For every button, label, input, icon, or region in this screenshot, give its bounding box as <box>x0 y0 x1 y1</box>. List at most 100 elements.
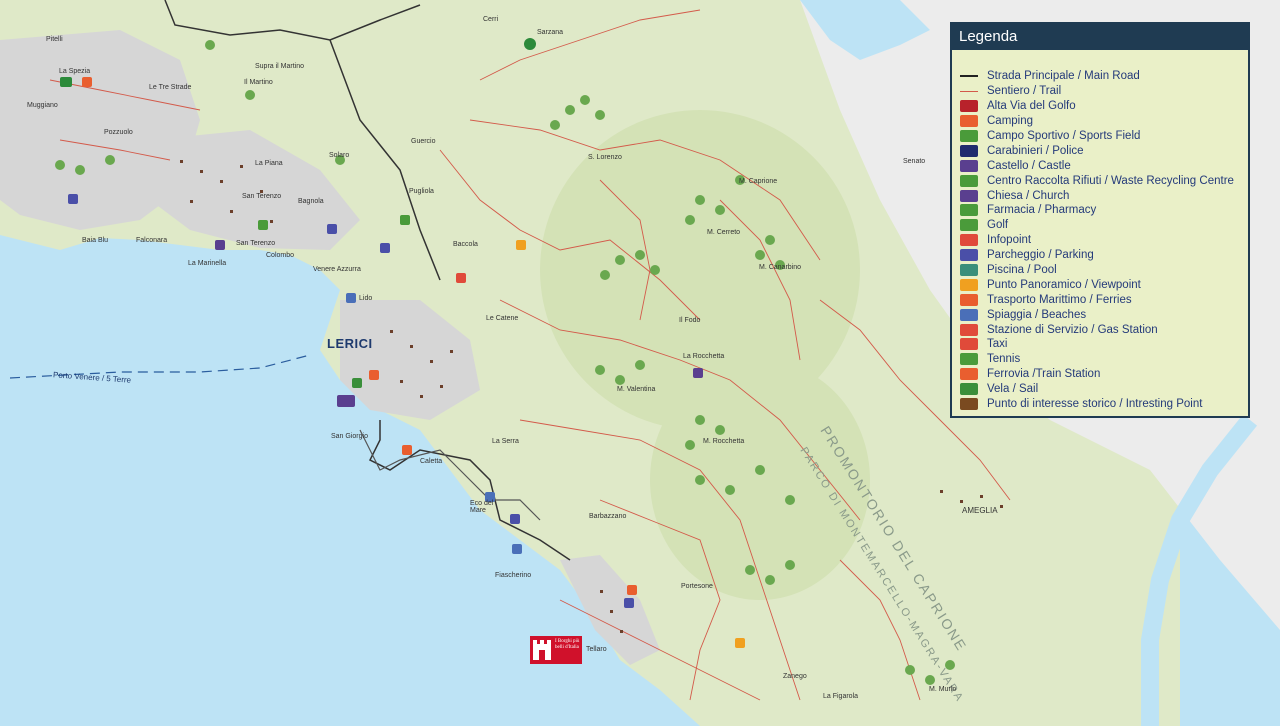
parking-icon <box>960 249 978 262</box>
parking-icon[interactable] <box>327 224 337 234</box>
place-m-murlo: M. Murlo <box>929 686 957 693</box>
legend-item: Parcheggio / Parking <box>960 248 1250 263</box>
place-lido: Lido <box>359 295 373 302</box>
legend-item: Farmacia / Pharmacy <box>960 203 1250 218</box>
place-m-canarbino: M. Canarbino <box>759 264 802 271</box>
legend-list: Strada Principale / Main Road Sentiero / … <box>960 69 1250 411</box>
legend-item: Stazione di Servizio / Gas Station <box>960 322 1250 337</box>
ferry-icon <box>960 293 978 306</box>
legend-item: Strada Principale / Main Road <box>960 69 1250 84</box>
beach-icon[interactable] <box>346 293 356 303</box>
legend-label: Stazione di Servizio / Gas Station <box>987 323 1158 336</box>
place-le-catene: Le Catene <box>486 315 519 322</box>
place-la-piana: La Piana <box>255 160 283 167</box>
legend-label: Carabinieri / Police <box>987 144 1084 157</box>
legend-title: Legenda <box>952 24 1248 50</box>
legend-label: Vela / Sail <box>987 383 1039 396</box>
place-eco-del-mare: Eco del Mare <box>470 500 494 514</box>
place-la-marinella: La Marinella <box>188 260 227 267</box>
beach-icon[interactable] <box>512 544 522 554</box>
ferry-icon[interactable] <box>369 370 379 380</box>
castle-icon[interactable] <box>337 395 355 407</box>
camping-icon[interactable] <box>402 445 412 455</box>
legend-item: Campo Sportivo / Sports Field <box>960 129 1250 144</box>
legend-label: Tennis <box>987 353 1021 366</box>
legend-label: Castello / Castle <box>987 159 1071 172</box>
viewpoint-icon <box>960 278 978 291</box>
legend-item: Taxi <box>960 337 1250 352</box>
legend-label: Punto di interesse storico / Intresting … <box>987 398 1203 411</box>
legend-label: Ferrovia /Train Station <box>987 368 1101 381</box>
parking-icon[interactable] <box>624 598 634 608</box>
parking-icon[interactable] <box>380 243 390 253</box>
legend-label: Infopoint <box>987 234 1032 247</box>
alta-via-icon <box>960 100 978 113</box>
viewpoint-icon[interactable] <box>516 240 526 250</box>
borgo-castle-icon <box>533 640 551 660</box>
place-zanego: Zanego <box>783 673 807 680</box>
place-baia-blu: Baia Blu <box>82 237 109 244</box>
place-caletta: Caletta <box>420 458 443 465</box>
legend-label: Campo Sportivo / Sports Field <box>987 130 1141 142</box>
gas-station-icon <box>960 323 978 336</box>
viewpoint-icon[interactable] <box>735 638 745 648</box>
legend-label: Golf <box>987 219 1009 232</box>
church-icon <box>960 189 978 202</box>
place-pugliola: Pugliola <box>409 188 434 195</box>
parking-icon[interactable] <box>510 514 520 524</box>
place-san-terenzo-beach: San Terenzo <box>236 240 276 247</box>
place-bagnola: Bagnola <box>298 198 324 205</box>
castle-icon <box>960 159 978 172</box>
golf-icon <box>960 219 978 232</box>
place-san-giorgio: San Giorgio <box>331 433 368 440</box>
borghi-piu-belli-badge: I Borghi più belli d'Italia <box>530 636 582 664</box>
place-tellaro: Tellaro <box>586 646 607 653</box>
place-baccola: Baccola <box>453 241 478 248</box>
place-colombo: Colombo <box>266 252 295 259</box>
infopoint-icon <box>960 234 978 247</box>
legend-label: Camping <box>987 115 1034 128</box>
train-station-icon[interactable] <box>82 77 92 87</box>
place-le-tre-strade: Le Tre Strade <box>149 84 192 91</box>
place-la-spezia: La Spezia <box>59 68 91 75</box>
legend-item: Tennis <box>960 352 1250 367</box>
place-guercio: Guercio <box>411 138 436 145</box>
camping-icon[interactable] <box>627 585 637 595</box>
place-m-caprione: M. Caprione <box>739 178 778 185</box>
infopoint-icon[interactable] <box>456 273 466 283</box>
place-san-terenzo: San Terenzo <box>242 193 282 200</box>
place-falconara: Falconara <box>136 237 168 244</box>
place-s-lorenzo: S. Lorenzo <box>588 154 622 161</box>
legend-label: Alta Via del Golfo <box>987 100 1076 113</box>
motorway-sign-la-spezia <box>60 77 72 87</box>
legend-item: Vela / Sail <box>960 382 1250 397</box>
place-solaro: Solaro <box>329 152 350 159</box>
sail-icon[interactable] <box>352 378 362 388</box>
place-la-rocchetta: La Rocchetta <box>683 353 725 360</box>
legend-item: Sentiero / Trail <box>960 84 1250 99</box>
castle-icon[interactable] <box>693 368 703 378</box>
parking-icon[interactable] <box>68 194 78 204</box>
place-la-figarola: La Figarola <box>823 693 859 700</box>
castle-icon[interactable] <box>215 240 225 250</box>
legend-label: Sentiero / Trail <box>987 85 1062 98</box>
place-senato: Senato <box>903 158 926 165</box>
legend-label: Punto Panoramico / Viewpoint <box>987 278 1141 291</box>
place-venere-azzurra: Venere Azzurra <box>313 266 361 273</box>
place-lerici: LERICI <box>327 336 373 351</box>
pharmacy-icon[interactable] <box>258 220 268 230</box>
legend-label: Spiaggia / Beaches <box>987 308 1087 321</box>
legend-label: Parcheggio / Parking <box>987 249 1094 262</box>
legend-item: Ferrovia /Train Station <box>960 367 1250 382</box>
trail-line <box>960 90 978 92</box>
place-ameglia: AMEGLIA <box>962 506 998 515</box>
place-la-serra: La Serra <box>492 438 519 445</box>
sports-field-icon[interactable] <box>400 215 410 225</box>
legend-item: Infopoint <box>960 233 1250 248</box>
place-portesone: Portesone <box>681 583 713 590</box>
legend-item: Golf <box>960 218 1250 233</box>
main-road-line <box>960 75 978 78</box>
pharmacy-icon <box>960 204 978 217</box>
pool-icon <box>960 264 978 277</box>
motorway-sign-sarzana <box>524 38 536 50</box>
